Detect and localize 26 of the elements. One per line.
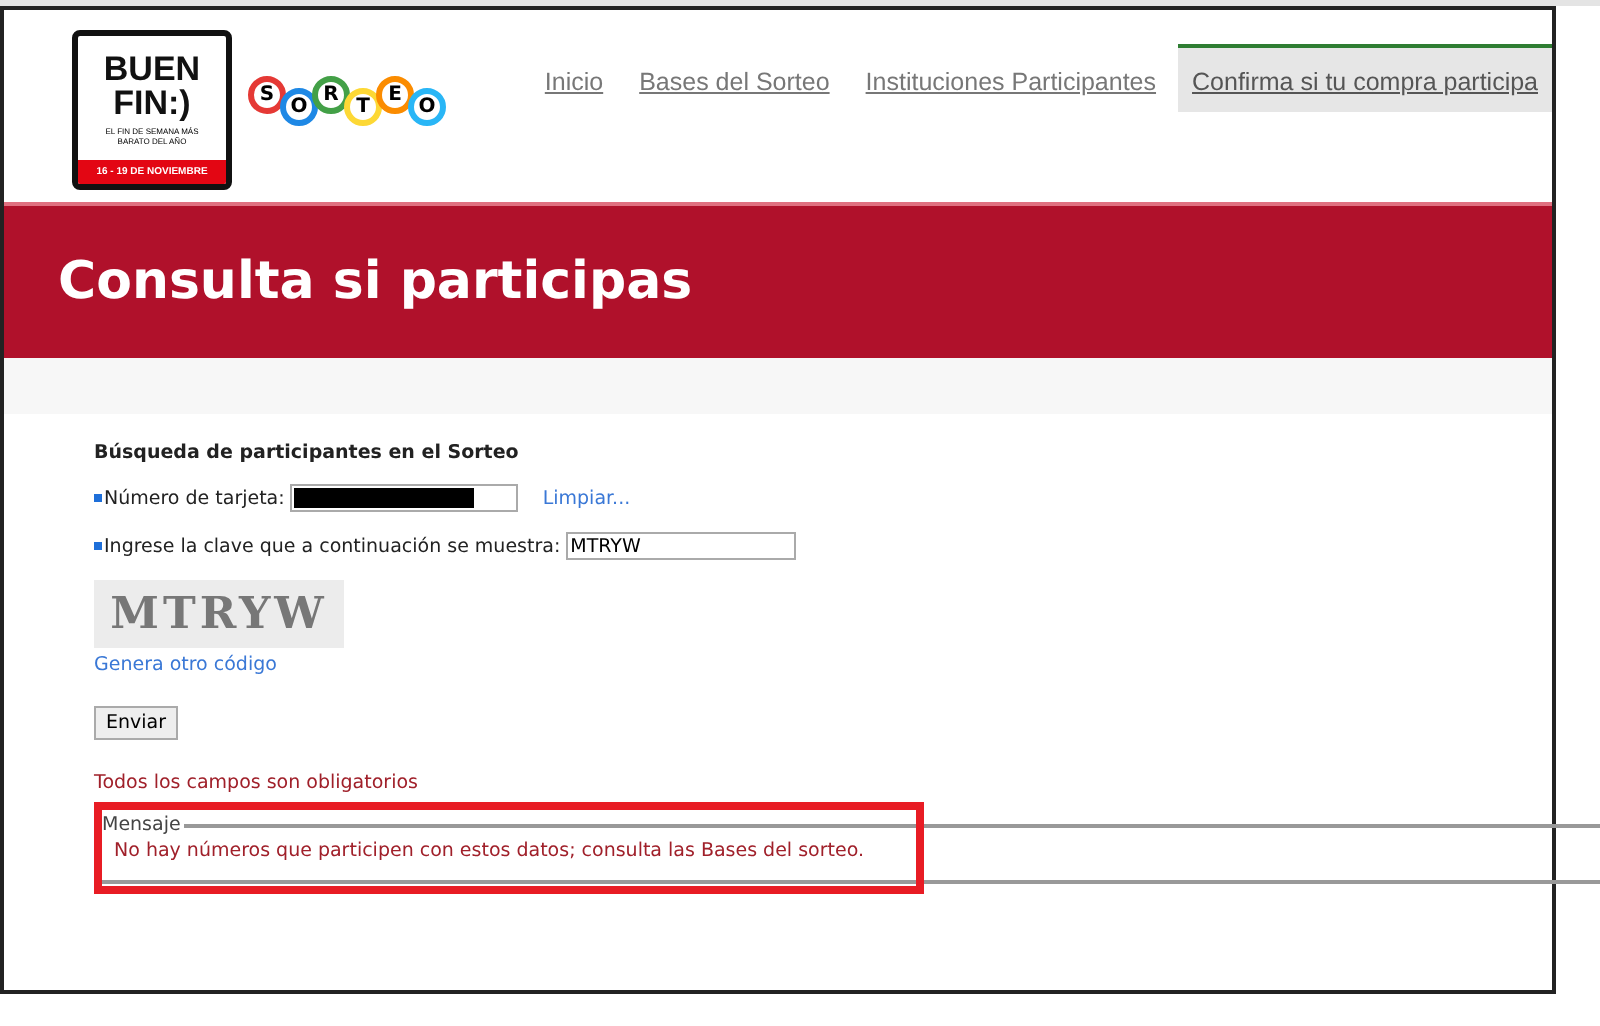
new-code-link[interactable]: Genera otro código (94, 654, 1552, 676)
nav-link[interactable]: Confirma si tu compra participa (1178, 44, 1552, 112)
message-legend: Mensaje (98, 814, 185, 836)
required-note: Todos los campos son obligatorios (94, 772, 420, 794)
nav-link[interactable]: Inicio (530, 44, 618, 112)
nav-link[interactable]: Instituciones Participantes (851, 44, 1171, 112)
submit-button[interactable]: Enviar (94, 706, 179, 740)
code-label: Ingrese la clave que a continuación se muestra: (104, 535, 561, 557)
logo-ball: O (408, 87, 446, 125)
nav-link[interactable]: Bases del Sorteo (625, 44, 844, 112)
logo-ball: R (312, 75, 350, 113)
page-title: Consulta si participas (58, 252, 693, 312)
bullet-icon (94, 542, 102, 550)
logo-ball: S (248, 75, 286, 113)
form-heading: Búsqueda de participantes en el Sorteo (94, 442, 521, 464)
bullet-icon (94, 494, 102, 502)
message-text: No hay números que participen con estos datos; consulta las Bases del sorteo. (114, 840, 866, 862)
card-number-field[interactable] (290, 484, 519, 512)
logo-ball: T (344, 87, 382, 125)
code-input-field[interactable]: MTRYW (566, 532, 797, 560)
logo-title: BUEN FIN:) (101, 52, 203, 120)
clear-link[interactable]: Limpiar... (542, 487, 631, 509)
captcha-image: MTRYW (94, 580, 344, 648)
logo-ball: E (376, 75, 414, 113)
logo-ball: O (280, 87, 318, 125)
card-number-label: Número de tarjeta: (104, 487, 285, 509)
